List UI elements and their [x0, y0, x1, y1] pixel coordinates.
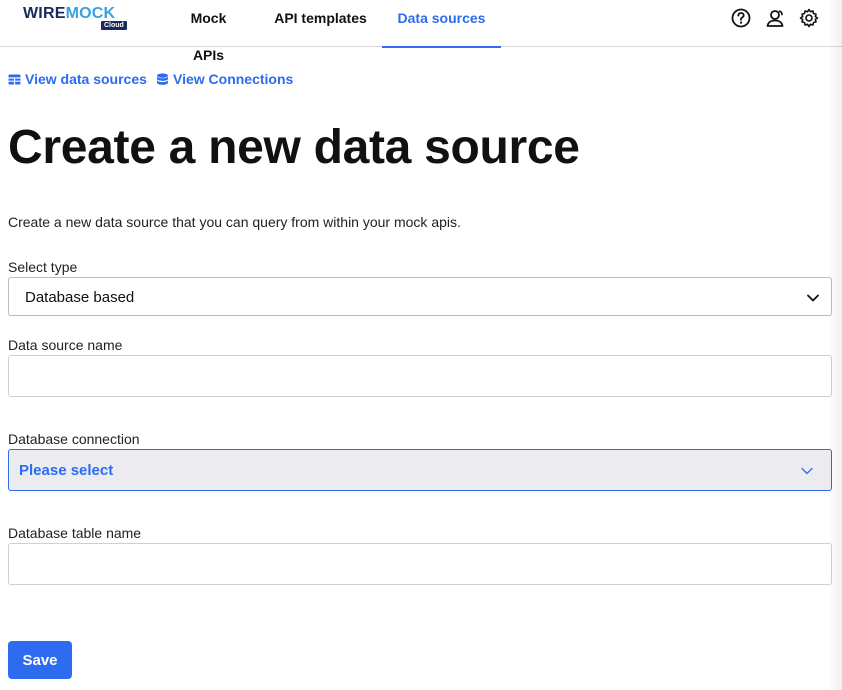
gear-icon[interactable] [798, 7, 820, 29]
page-edge-shadow [828, 0, 842, 690]
logo-word-wire: WIRE [23, 5, 66, 22]
page-title: Create a new data source [8, 121, 580, 174]
database-connection-value: Please select [19, 462, 114, 479]
view-connections-link[interactable]: View Connections [156, 71, 293, 87]
top-navigation-bar: WIREMOCK Cloud Mock APIs API templates D… [0, 0, 842, 63]
database-table-name-input[interactable] [8, 543, 832, 585]
database-icon [156, 73, 169, 86]
select-type-value: Database based [25, 289, 135, 306]
table-icon [8, 73, 21, 86]
link-label: View data sources [25, 71, 147, 87]
tab-label: Data sources [397, 10, 486, 26]
chevron-down-icon [807, 278, 821, 317]
tab-api-templates[interactable]: API templates [274, 0, 367, 47]
page-description: Create a new data source that you can qu… [8, 214, 461, 230]
view-data-sources-link[interactable]: View data sources [8, 71, 147, 87]
chevron-down-icon [801, 450, 815, 492]
database-connection-label: Database connection [8, 431, 140, 447]
tab-data-sources[interactable]: Data sources [382, 0, 501, 48]
tab-mock-apis[interactable]: Mock APIs [174, 0, 243, 63]
select-type-label: Select type [8, 259, 78, 275]
link-label: View Connections [173, 71, 294, 87]
data-source-name-input[interactable] [8, 355, 832, 397]
logo-word-mock: MOCK [65, 5, 116, 22]
data-source-name-label: Data source name [8, 337, 123, 353]
tab-label: Mock APIs [190, 10, 227, 63]
select-type-dropdown[interactable]: Database based [8, 277, 832, 316]
database-table-name-label: Database table name [8, 525, 142, 541]
active-tab-indicator [382, 46, 501, 48]
wiremock-cloud-logo[interactable]: WIREMOCK Cloud [23, 6, 127, 32]
save-button[interactable]: Save [8, 641, 72, 679]
logo-wordmark: WIREMOCK [23, 6, 115, 22]
help-icon[interactable] [730, 7, 752, 29]
users-icon[interactable] [764, 7, 786, 29]
logo-cloud-badge: Cloud [101, 21, 127, 30]
database-connection-dropdown[interactable]: Please select [8, 449, 832, 491]
tab-label: API templates [274, 10, 367, 26]
